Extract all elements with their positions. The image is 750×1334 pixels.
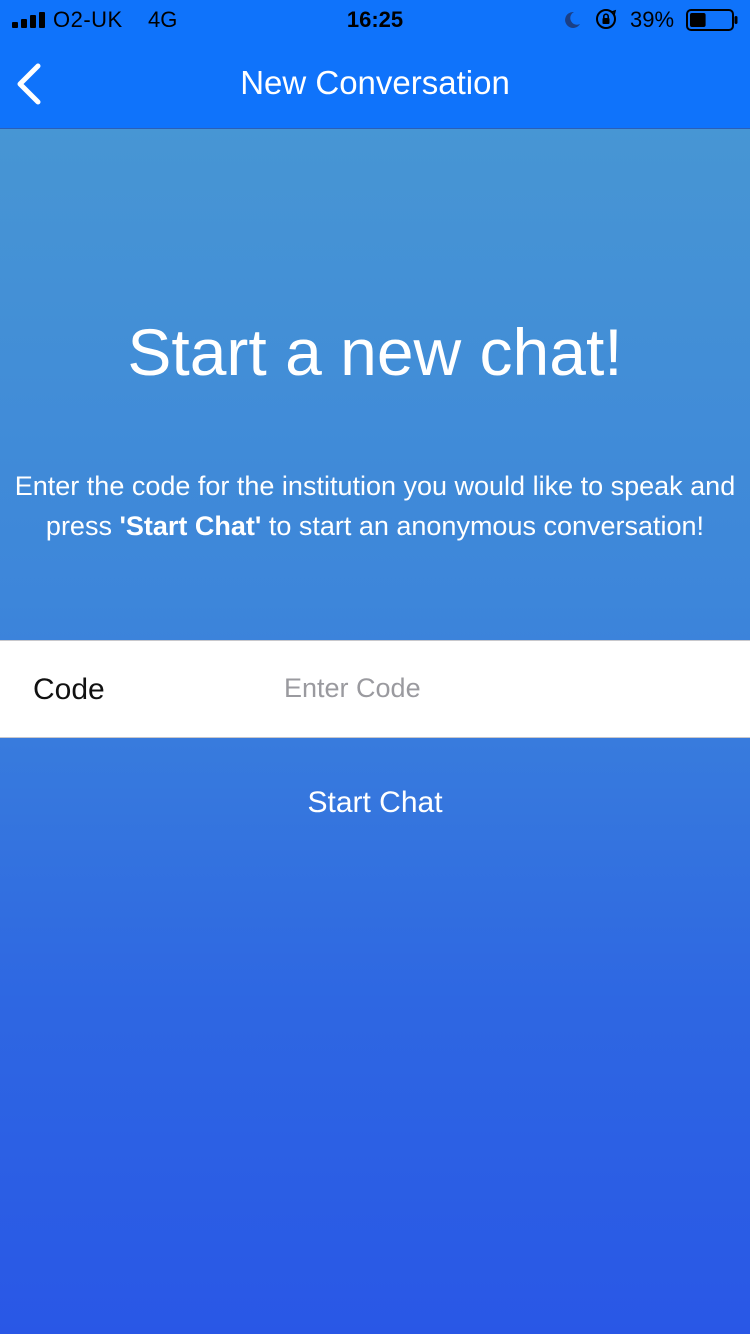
nav-title: New Conversation <box>240 64 510 101</box>
moon-icon <box>565 11 580 28</box>
battery-percent: 39% <box>630 7 675 32</box>
battery-icon <box>686 9 738 31</box>
instructions-part-2: to start an anonymous conversation! <box>261 511 705 541</box>
page-headline: Start a new chat! <box>127 315 623 389</box>
top-bar: O2-UK 4G 16:25 39% New Conversation <box>0 0 750 129</box>
status-bar: O2-UK 4G 16:25 39% <box>0 0 750 40</box>
instructions-text: Enter the code for the institution you w… <box>0 466 750 546</box>
new-conversation-screen: O2-UK 4G 16:25 39% New Conversation Star… <box>0 0 750 1334</box>
navigation-bar: New Conversation <box>0 40 750 128</box>
code-field-row: Code <box>0 640 750 738</box>
rotation-lock-icon <box>596 9 617 29</box>
code-input[interactable] <box>284 665 724 711</box>
instructions-start-chat-emphasis: 'Start Chat' <box>119 511 262 541</box>
start-chat-button[interactable]: Start Chat <box>225 770 525 836</box>
code-label: Code <box>33 673 105 706</box>
